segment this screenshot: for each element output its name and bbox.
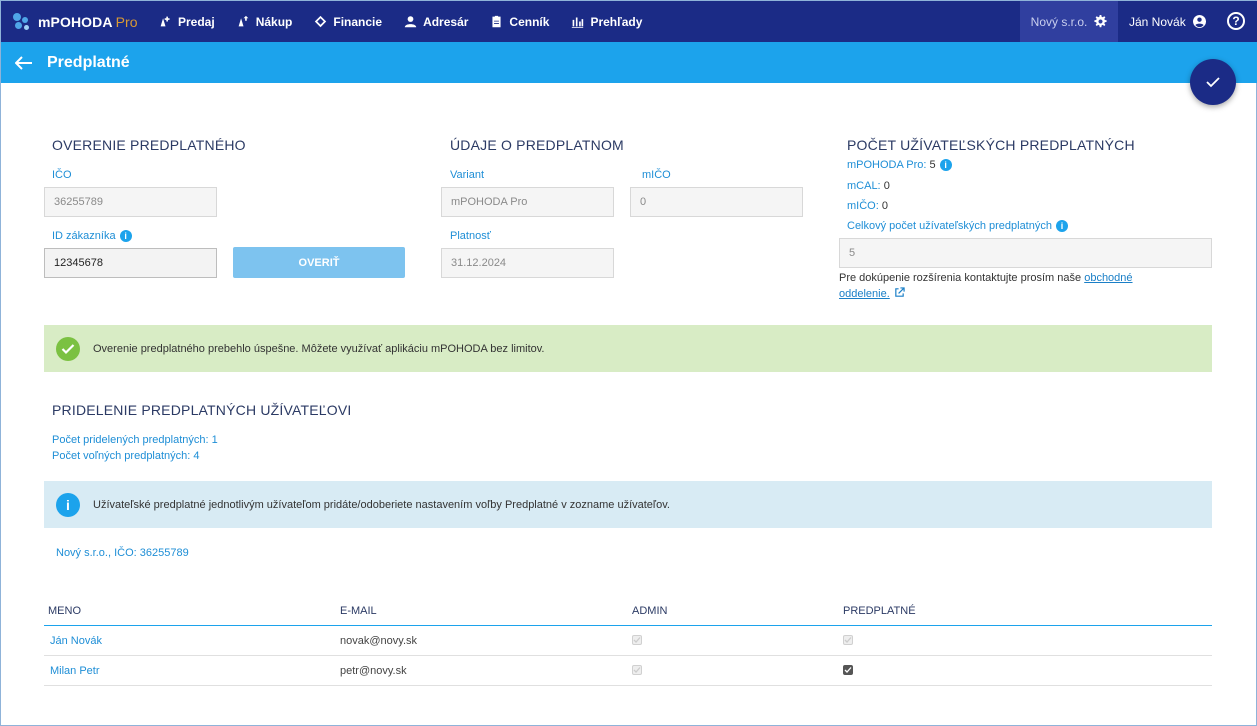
pricelist-icon [492, 15, 501, 28]
column-admin[interactable]: ADMIN [632, 605, 843, 617]
purchase-icon [238, 15, 249, 27]
check-icon [1206, 77, 1220, 88]
nav-label: Predaj [178, 14, 215, 29]
nav-item-predaj[interactable]: Predaj [148, 1, 226, 42]
verify-button[interactable]: OVERIŤ [233, 247, 405, 278]
nav-item-nakup[interactable]: Nákup [226, 1, 304, 42]
total-label: Celkový počet užívateľských predplatných… [847, 220, 1068, 233]
user-name: Ján Novák [1129, 14, 1186, 29]
nav-item-financie[interactable]: Financie [303, 1, 393, 42]
validity-field: 31.12.2024 [441, 248, 614, 278]
admin-checkbox [632, 664, 642, 675]
info-message: Užívateľské predplatné jednotlivým užíva… [93, 498, 670, 511]
column-name[interactable]: MENO [44, 605, 340, 617]
nav-label: Nákup [255, 14, 293, 29]
subscription-checkbox[interactable] [843, 664, 853, 675]
success-message: Overenie predplatného prebehlo úspešne. … [93, 342, 545, 355]
nav-item-adresar[interactable]: Adresár [393, 1, 479, 42]
sales-icon [160, 16, 170, 27]
account-icon [1192, 15, 1206, 28]
nav-item-prehlady[interactable]: Prehľady [560, 1, 653, 42]
company-line: Nový s.r.o., IČO: 36255789 [56, 547, 189, 559]
info-icon[interactable]: i [1055, 220, 1068, 233]
total-field: 5 [839, 238, 1212, 268]
pro-count: mPOHODA Pro: 5i [847, 159, 952, 172]
external-link-icon[interactable] [894, 287, 905, 298]
mico-count: mIČO: 0 [847, 200, 888, 212]
finance-icon [315, 15, 327, 28]
variant-field: mPOHODA Pro [441, 187, 614, 217]
users-table: MENO E-MAIL ADMIN PREDPLATNÉ Ján Novák n… [44, 597, 1212, 686]
brand-name: mPOHODA Pro [38, 13, 138, 30]
customer-id-label: ID zákazníka i [52, 230, 132, 243]
info-icon[interactable]: i [939, 159, 952, 172]
company-selector[interactable]: Nový s.r.o. [1020, 1, 1118, 42]
admin-checkbox [632, 634, 642, 645]
gear-icon [1094, 15, 1107, 28]
ico-label: IČO [52, 169, 72, 181]
help-icon[interactable]: ? [1227, 12, 1245, 30]
assignment-heading: PRIDELENIE PREDPLATNÝCH UŽÍVATEĽOVI [52, 402, 352, 418]
info-circle-icon: i [56, 492, 80, 517]
ico-field[interactable]: 36255789 [44, 187, 217, 217]
person-icon [404, 16, 417, 28]
nav-label: Adresár [423, 14, 469, 29]
column-subscription[interactable]: PREDPLATNÉ [843, 605, 1212, 617]
logo-icon [12, 12, 32, 32]
sales-department-link[interactable]: oddelenie. [839, 288, 890, 300]
check-circle-icon [56, 336, 80, 361]
nav-label: Cenník [509, 14, 550, 29]
page-title: Predplatné [47, 53, 130, 71]
table-row[interactable]: Ján Novák novak@novy.sk [44, 626, 1212, 656]
contact-note: Pre dokúpenie rozšírenia kontaktujte pro… [839, 272, 1133, 300]
info-alert: i Užívateľské predplatné jednotlivým uží… [44, 481, 1212, 528]
user-count-heading: POČET UŽÍVATEĽSKÝCH PREDPLATNÝCH [847, 137, 1135, 153]
table-header: MENO E-MAIL ADMIN PREDPLATNÉ [44, 597, 1212, 626]
nav-label: Prehľady [590, 14, 643, 29]
column-email[interactable]: E-MAIL [340, 605, 632, 617]
validity-label: Platnosť [450, 230, 491, 242]
free-count: Počet voľných predplatných: 4 [52, 450, 200, 462]
app-logo[interactable]: mPOHODA Pro [1, 12, 148, 32]
table-row[interactable]: Milan Petr petr@novy.sk [44, 656, 1212, 686]
user-name-cell[interactable]: Milan Petr [44, 665, 340, 677]
back-arrow-icon[interactable] [15, 55, 33, 70]
nav-item-cennik[interactable]: Cenník [479, 1, 560, 42]
subscription-heading: ÚDAJE O PREDPLATNOM [450, 137, 624, 153]
customer-id-field[interactable]: 12345678 [44, 248, 217, 278]
page-header: Predplatné [1, 42, 1257, 83]
user-email-cell: novak@novy.sk [340, 634, 417, 647]
user-name-cell[interactable]: Ján Novák [44, 635, 340, 647]
variant-label: Variant [450, 169, 485, 181]
subscription-checkbox [843, 634, 853, 645]
user-email-cell: petr@novy.sk [340, 664, 407, 677]
chart-icon [572, 17, 584, 28]
sales-department-link[interactable]: obchodné [1084, 272, 1132, 284]
company-name: Nový s.r.o. [1030, 14, 1088, 29]
mico-label: mIČO [642, 169, 671, 181]
mico-field: 0 [630, 187, 803, 217]
success-alert: Overenie predplatného prebehlo úspešne. … [44, 325, 1212, 372]
user-menu[interactable]: Ján Novák [1129, 1, 1206, 42]
info-icon[interactable]: i [119, 230, 132, 243]
assigned-count: Počet pridelených predplatných: 1 [52, 434, 218, 446]
main-nav: Predaj Nákup Financie Adresár Cenník Pre… [148, 1, 653, 42]
verification-heading: OVERENIE PREDPLATNÉHO [52, 137, 246, 153]
confirm-button[interactable] [1190, 59, 1236, 105]
top-navigation-bar: mPOHODA Pro Predaj Nákup Financie Adresár… [1, 1, 1257, 42]
mcal-count: mCAL: 0 [847, 180, 890, 192]
nav-label: Financie [333, 14, 383, 29]
